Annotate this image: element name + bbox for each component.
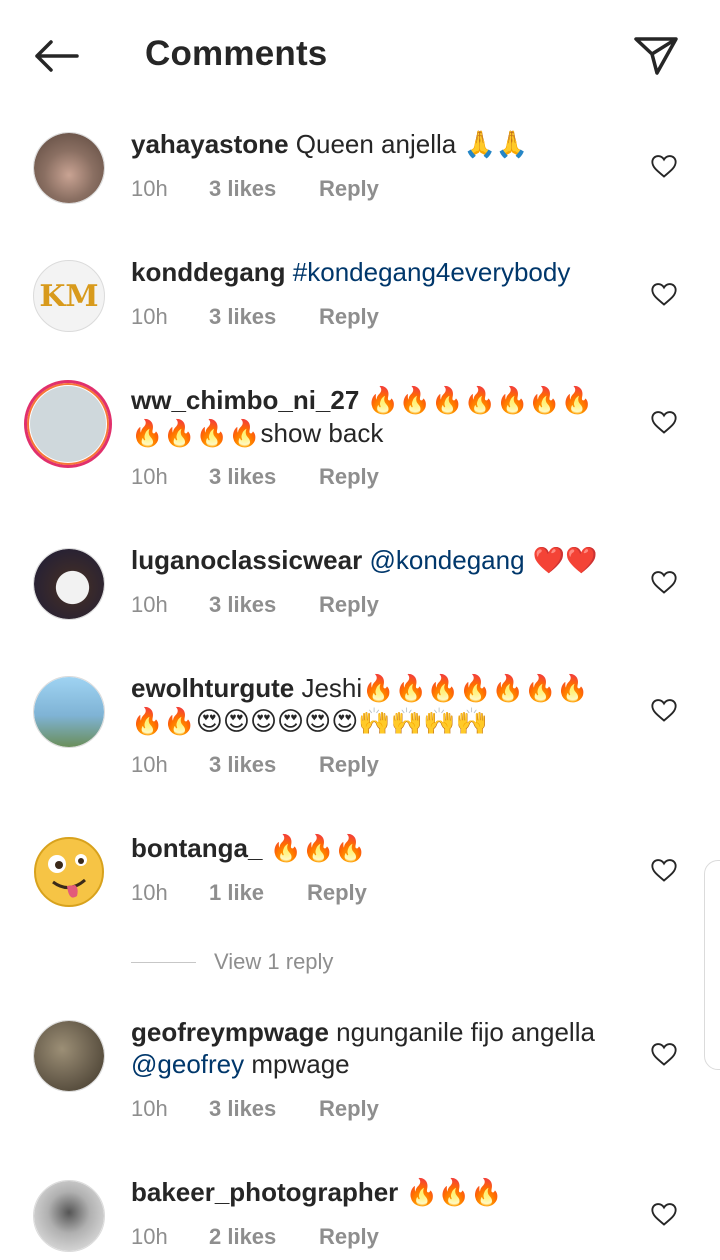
arrow-left-icon bbox=[35, 40, 79, 72]
avatar-image bbox=[34, 1181, 104, 1251]
avatar-image bbox=[34, 549, 104, 619]
heart-icon[interactable] bbox=[650, 696, 678, 724]
comment-meta: 10h 3 likes Reply bbox=[131, 304, 379, 330]
comment-meta: 10h 3 likes Reply bbox=[131, 592, 379, 618]
heart-icon[interactable] bbox=[650, 568, 678, 596]
comment-text: bontanga_ 🔥🔥🔥 bbox=[131, 832, 631, 865]
heart-icon[interactable] bbox=[650, 280, 678, 308]
comment-username[interactable]: ewolhturgute bbox=[131, 673, 294, 703]
comment-body bbox=[286, 257, 293, 287]
avatar-image bbox=[30, 386, 106, 462]
comment-likes[interactable]: 3 likes bbox=[209, 1096, 319, 1122]
comment-text: bakeer_photographer 🔥🔥🔥 bbox=[131, 1176, 631, 1209]
comment-username[interactable]: konddegang bbox=[131, 257, 286, 287]
heart-icon[interactable] bbox=[650, 408, 678, 436]
comment-text: geofreympwage ngunganile fijo angella @g… bbox=[131, 1016, 631, 1080]
comment-body: ngunganile fijo angella bbox=[328, 1017, 595, 1047]
avatar-image bbox=[34, 133, 104, 203]
avatar-image bbox=[34, 677, 104, 747]
comment-meta: 10h 2 likes Reply bbox=[131, 1224, 379, 1250]
reply-button[interactable]: Reply bbox=[319, 592, 379, 618]
comment-emoji: 🙏🙏 bbox=[463, 130, 529, 160]
comment-username[interactable]: bakeer_photographer bbox=[131, 1177, 398, 1207]
comment-username[interactable]: bontanga_ bbox=[131, 833, 262, 863]
comment-meta: 10h 3 likes Reply bbox=[131, 176, 379, 202]
header: Comments bbox=[0, 0, 720, 112]
comment-meta: 10h 3 likes Reply bbox=[131, 464, 379, 490]
reply-button[interactable]: Reply bbox=[307, 880, 367, 906]
comment-body bbox=[359, 385, 366, 415]
comment-username[interactable]: ww_chimbo_ni_27 bbox=[131, 385, 359, 415]
avatar[interactable] bbox=[33, 1020, 105, 1092]
comment-meta: 10h 3 likes Reply bbox=[131, 1096, 379, 1122]
heart-icon[interactable] bbox=[650, 1200, 678, 1228]
page-title: Comments bbox=[145, 34, 328, 73]
avatar[interactable] bbox=[33, 836, 105, 908]
avatar-image bbox=[34, 1021, 104, 1091]
comment-text: ww_chimbo_ni_27 🔥🔥🔥🔥🔥🔥🔥🔥🔥🔥🔥show back bbox=[131, 384, 621, 450]
comment-body-end: mpwage bbox=[244, 1049, 350, 1079]
comment-meta: 10h 1 like Reply bbox=[131, 880, 367, 906]
comment-body-end: show back bbox=[260, 418, 384, 448]
comment-text: konddegang #kondegang4everybody bbox=[131, 256, 631, 288]
heart-icon[interactable] bbox=[650, 1040, 678, 1068]
avatar[interactable] bbox=[33, 132, 105, 204]
reply-button[interactable]: Reply bbox=[319, 752, 379, 778]
reply-button[interactable]: Reply bbox=[319, 1224, 379, 1250]
comment-username[interactable]: geofreympwage bbox=[131, 1017, 329, 1047]
comment-username[interactable]: luganoclassicwear bbox=[131, 545, 362, 575]
avatar[interactable] bbox=[33, 548, 105, 620]
comment-likes[interactable]: 3 likes bbox=[209, 464, 319, 490]
comment-time: 10h bbox=[131, 176, 168, 201]
comment-body: Jeshi bbox=[294, 673, 363, 703]
comment-body bbox=[398, 1177, 405, 1207]
avatar[interactable] bbox=[24, 380, 112, 468]
comment-body: Queen anjella bbox=[288, 129, 464, 159]
heart-icon[interactable] bbox=[650, 152, 678, 180]
comment-likes[interactable]: 3 likes bbox=[209, 304, 319, 330]
comment-time: 10h bbox=[131, 1224, 168, 1249]
reply-button[interactable]: Reply bbox=[319, 1096, 379, 1122]
avatar[interactable]: KM bbox=[33, 260, 105, 332]
reply-button[interactable]: Reply bbox=[319, 304, 379, 330]
reply-button[interactable]: Reply bbox=[319, 464, 379, 490]
reply-button[interactable]: Reply bbox=[319, 176, 379, 202]
comment-likes[interactable]: 3 likes bbox=[209, 752, 319, 778]
hashtag-link[interactable]: #kondegang4everybody bbox=[293, 257, 571, 287]
comment-time: 10h bbox=[131, 752, 168, 777]
comment-emoji: 🔥🔥🔥 bbox=[269, 834, 367, 864]
comment-text: ewolhturgute Jeshi🔥🔥🔥🔥🔥🔥🔥🔥🔥😍😍😍😍😍😍🙌🙌🙌🙌 bbox=[131, 672, 621, 738]
comment-likes[interactable]: 1 like bbox=[209, 880, 307, 906]
comment-text: luganoclassicwear @kondegang ❤️❤️ bbox=[131, 544, 631, 577]
share-button[interactable] bbox=[628, 30, 684, 82]
comment-time: 10h bbox=[131, 880, 168, 905]
avatar-image: KM bbox=[39, 278, 99, 314]
view-replies-label: View 1 reply bbox=[214, 949, 334, 974]
comment-time: 10h bbox=[131, 464, 168, 489]
comment-meta: 10h 3 likes Reply bbox=[131, 752, 379, 778]
comment-likes[interactable]: 2 likes bbox=[209, 1224, 319, 1250]
zany-face-emoji-avatar bbox=[34, 837, 104, 907]
back-button[interactable] bbox=[28, 30, 84, 82]
comment-emoji: ❤️❤️ bbox=[524, 546, 598, 576]
comment-body bbox=[262, 833, 269, 863]
comment-emoji: 🔥🔥🔥 bbox=[405, 1178, 503, 1208]
side-panel-edge[interactable] bbox=[704, 860, 720, 1070]
mention-link[interactable]: @geofrey bbox=[131, 1049, 244, 1079]
view-replies-button[interactable]: View 1 reply bbox=[131, 949, 333, 975]
avatar[interactable] bbox=[33, 676, 105, 748]
comment-likes[interactable]: 3 likes bbox=[209, 592, 319, 618]
paper-plane-icon bbox=[634, 37, 678, 75]
avatar[interactable] bbox=[33, 1180, 105, 1252]
comment-username[interactable]: yahayastone bbox=[131, 129, 289, 159]
mention-link[interactable]: @kondegang bbox=[369, 545, 524, 575]
comment-time: 10h bbox=[131, 1096, 168, 1121]
comment-likes[interactable]: 3 likes bbox=[209, 176, 319, 202]
comment-time: 10h bbox=[131, 592, 168, 617]
heart-icon[interactable] bbox=[650, 856, 678, 884]
comment-time: 10h bbox=[131, 304, 168, 329]
comment-text: yahayastone Queen anjella 🙏🙏 bbox=[131, 128, 631, 161]
divider bbox=[131, 961, 196, 963]
